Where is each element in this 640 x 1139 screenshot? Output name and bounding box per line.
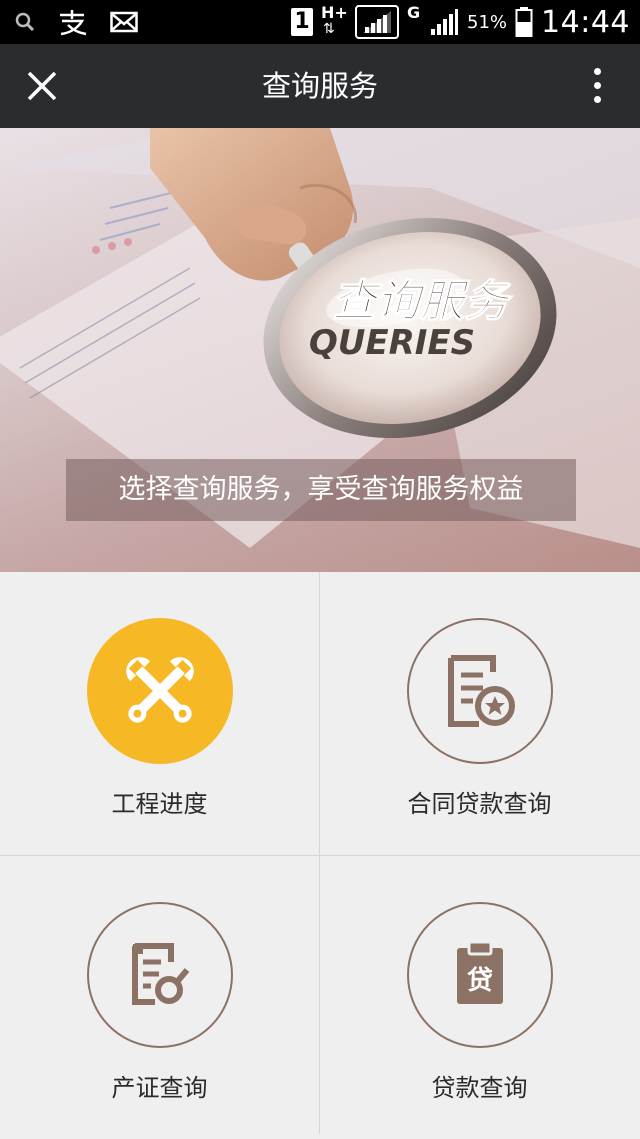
service-loan-query[interactable]: 贷 贷款查询 [320, 856, 639, 1139]
hero-banner: 查询服务 QUERIES 选择查询服务，享受查询服务权益 [0, 128, 640, 572]
signal-strength-icon [355, 5, 400, 39]
service-label: 工程进度 [111, 790, 208, 818]
sim-indicator: 1 [291, 8, 314, 36]
service-contract-loan-query[interactable]: 合同贷款查询 [320, 572, 639, 855]
search-icon [15, 12, 35, 32]
svg-text:贷: 贷 [466, 965, 492, 996]
clock-time: 14:44 [541, 4, 630, 40]
battery-icon [515, 7, 533, 37]
service-label: 贷款查询 [431, 1074, 528, 1102]
service-icon-circle [406, 618, 553, 764]
service-project-progress[interactable]: 工程进度 [0, 572, 319, 855]
service-label: 产证查询 [111, 1074, 208, 1102]
loan-clipboard-icon: 贷 [456, 940, 503, 1004]
contract-document-icon [447, 655, 515, 727]
banner-title: 查询服务 [332, 276, 513, 327]
network-g-indicator: G [407, 3, 421, 22]
service-label: 合同贷款查询 [407, 790, 552, 818]
alipay-icon [60, 10, 87, 36]
service-property-certificate-query[interactable]: 产证查询 [0, 856, 319, 1139]
banner-title-en: QUERIES [309, 323, 475, 363]
more-menu-button[interactable] [594, 68, 602, 104]
certificate-search-icon [131, 943, 189, 1005]
mail-icon [110, 11, 138, 33]
service-icon-circle [86, 618, 233, 764]
banner-subtitle: 选择查询服务，享受查询服务权益 [66, 459, 576, 521]
battery-percent: 51% [467, 11, 508, 33]
service-icon-circle: 贷 [406, 902, 553, 1048]
network-hplus-indicator: H+ ⇅ [321, 3, 348, 37]
wrench-cross-icon [125, 657, 194, 723]
service-grid: 工程进度 合同贷款查询 产证查询 贷 贷款查询 [0, 572, 640, 1134]
status-bar: 1 H+ ⇅ G 51% 14:44 [0, 0, 640, 44]
nav-bar: 查询服务 [0, 44, 640, 128]
signal-strength-2-icon [431, 9, 459, 35]
more-vertical-icon [594, 68, 602, 103]
page-title: 查询服务 [261, 69, 378, 103]
service-icon-circle [86, 902, 233, 1048]
